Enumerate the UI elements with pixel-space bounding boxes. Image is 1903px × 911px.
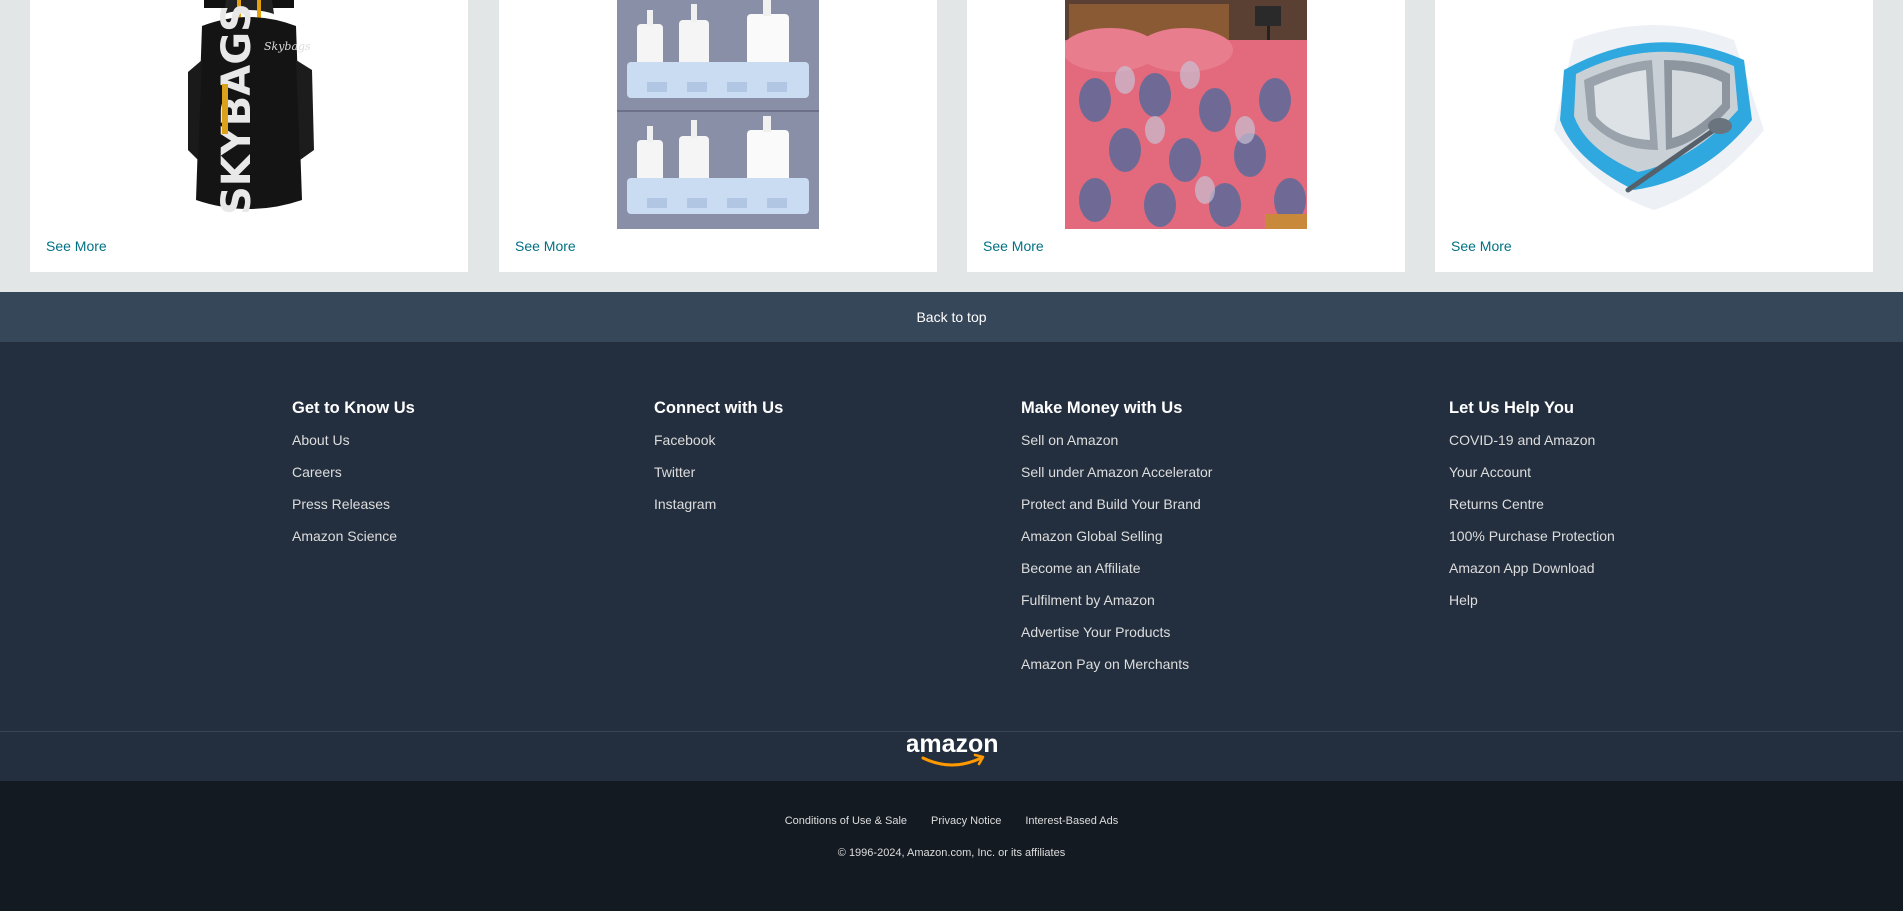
footer-link-global-selling[interactable]: Amazon Global Selling	[1021, 528, 1163, 544]
product-cards-row: SKYBAGS Skybags See More See More See Mo…	[0, 0, 1903, 292]
footer-list-item: Sell under Amazon Accelerator	[1021, 461, 1212, 493]
footer-link-amazon-science[interactable]: Amazon Science	[292, 528, 397, 544]
footer-list-item: Fulfilment by Amazon	[1021, 589, 1212, 621]
footer-link-your-account[interactable]: Your Account	[1449, 464, 1531, 480]
svg-text:Skybags: Skybags	[264, 40, 311, 53]
see-more-link[interactable]: See More	[1451, 238, 1512, 254]
footer-link-help[interactable]: Help	[1449, 592, 1478, 608]
footer-column-get-to-know-us: Get to Know Us About Us Careers Press Re…	[292, 397, 415, 557]
footer-list-item: Help	[1449, 589, 1615, 621]
legal-links: Conditions of Use & Sale Privacy Notice …	[0, 815, 1903, 827]
privacy-notice-link[interactable]: Privacy Notice	[931, 815, 1001, 827]
footer-list-item: Your Account	[1449, 461, 1615, 493]
copyright-text: © 1996-2024, Amazon.com, Inc. or its aff…	[837, 847, 1066, 859]
product-card-lunch-box: See More	[1435, 0, 1873, 272]
footer-list-item: Twitter	[654, 461, 783, 493]
footer-list-item: Amazon Science	[292, 525, 415, 557]
footer-column-title: Make Money with Us	[1021, 399, 1183, 417]
footer-link-instagram[interactable]: Instagram	[654, 496, 716, 512]
footer-list-item: Instagram	[654, 493, 783, 525]
footer-list-item: Facebook	[654, 429, 783, 461]
footer-column-title: Connect with Us	[654, 399, 784, 417]
footer-column-title: Let Us Help You	[1449, 399, 1574, 417]
footer-list-item: Returns Centre	[1449, 493, 1615, 525]
bathroom-shelf-image[interactable]	[499, 0, 937, 229]
product-card-bathroom-shelf: See More	[499, 0, 937, 272]
amazon-logo[interactable]: amazon	[907, 732, 997, 770]
footer-list-item: 100% Purchase Protection	[1449, 525, 1615, 557]
footer-list-item: Advertise Your Products	[1021, 621, 1212, 653]
footer-link-purchase-protection[interactable]: 100% Purchase Protection	[1449, 528, 1615, 544]
footer-link-press-releases[interactable]: Press Releases	[292, 496, 390, 512]
interest-based-ads-link[interactable]: Interest-Based Ads	[1025, 815, 1118, 827]
backpack-image[interactable]: SKYBAGS Skybags	[30, 0, 468, 229]
footer-column-title: Get to Know Us	[292, 399, 415, 417]
footer-link-advertise[interactable]: Advertise Your Products	[1021, 624, 1170, 640]
footer-list-item: About Us	[292, 429, 415, 461]
footer-link-facebook[interactable]: Facebook	[654, 432, 715, 448]
see-more-link[interactable]: See More	[983, 238, 1044, 254]
footer-list-item: Protect and Build Your Brand	[1021, 493, 1212, 525]
footer-list-item: Amazon Global Selling	[1021, 525, 1212, 557]
footer-link-protect-brand[interactable]: Protect and Build Your Brand	[1021, 496, 1201, 512]
footer-list-item: COVID-19 and Amazon	[1449, 429, 1615, 461]
footer-link-covid[interactable]: COVID-19 and Amazon	[1449, 432, 1595, 448]
footer-column-connect-with-us: Connect with Us Facebook Twitter Instagr…	[654, 397, 783, 525]
footer-logo-strip: amazon	[0, 731, 1903, 781]
footer-list-item: Sell on Amazon	[1021, 429, 1212, 461]
footer-link-sell-under-accelerator[interactable]: Sell under Amazon Accelerator	[1021, 464, 1212, 480]
footer-link-sell-on-amazon[interactable]: Sell on Amazon	[1021, 432, 1118, 448]
footer-link-amazon-pay[interactable]: Amazon Pay on Merchants	[1021, 656, 1189, 672]
backpack-brand-text: SKYBAGS	[214, 3, 260, 215]
footer-list-item: Press Releases	[292, 493, 415, 525]
footer-column-let-us-help-you: Let Us Help You COVID-19 and Amazon Your…	[1449, 397, 1615, 621]
footer-link-twitter[interactable]: Twitter	[654, 464, 695, 480]
amazon-logo-text: amazon	[907, 732, 997, 758]
footer-list-item: Amazon App Download	[1449, 557, 1615, 589]
bedsheet-image[interactable]	[967, 0, 1405, 229]
product-card-bedsheet: See More	[967, 0, 1405, 272]
conditions-of-use-link[interactable]: Conditions of Use & Sale	[785, 815, 907, 827]
footer-legal-section: Conditions of Use & Sale Privacy Notice …	[0, 781, 1903, 911]
see-more-link[interactable]: See More	[46, 238, 107, 254]
footer-link-app-download[interactable]: Amazon App Download	[1449, 560, 1595, 576]
footer-list-item: Amazon Pay on Merchants	[1021, 653, 1212, 685]
footer-link-careers[interactable]: Careers	[292, 464, 342, 480]
footer-list-item: Careers	[292, 461, 415, 493]
footer-column-make-money-with-us: Make Money with Us Sell on Amazon Sell u…	[1021, 397, 1212, 685]
footer-link-become-affiliate[interactable]: Become an Affiliate	[1021, 560, 1141, 576]
lunch-box-image[interactable]	[1435, 0, 1873, 229]
see-more-link[interactable]: See More	[515, 238, 576, 254]
footer-link-returns[interactable]: Returns Centre	[1449, 496, 1544, 512]
back-to-top-button[interactable]: Back to top	[0, 292, 1903, 342]
footer-list-item: Become an Affiliate	[1021, 557, 1212, 589]
footer-link-about-us[interactable]: About Us	[292, 432, 350, 448]
product-card-backpack: SKYBAGS Skybags See More	[30, 0, 468, 272]
footer-links-section: Get to Know Us About Us Careers Press Re…	[0, 342, 1903, 731]
footer-link-fulfilment[interactable]: Fulfilment by Amazon	[1021, 592, 1155, 608]
